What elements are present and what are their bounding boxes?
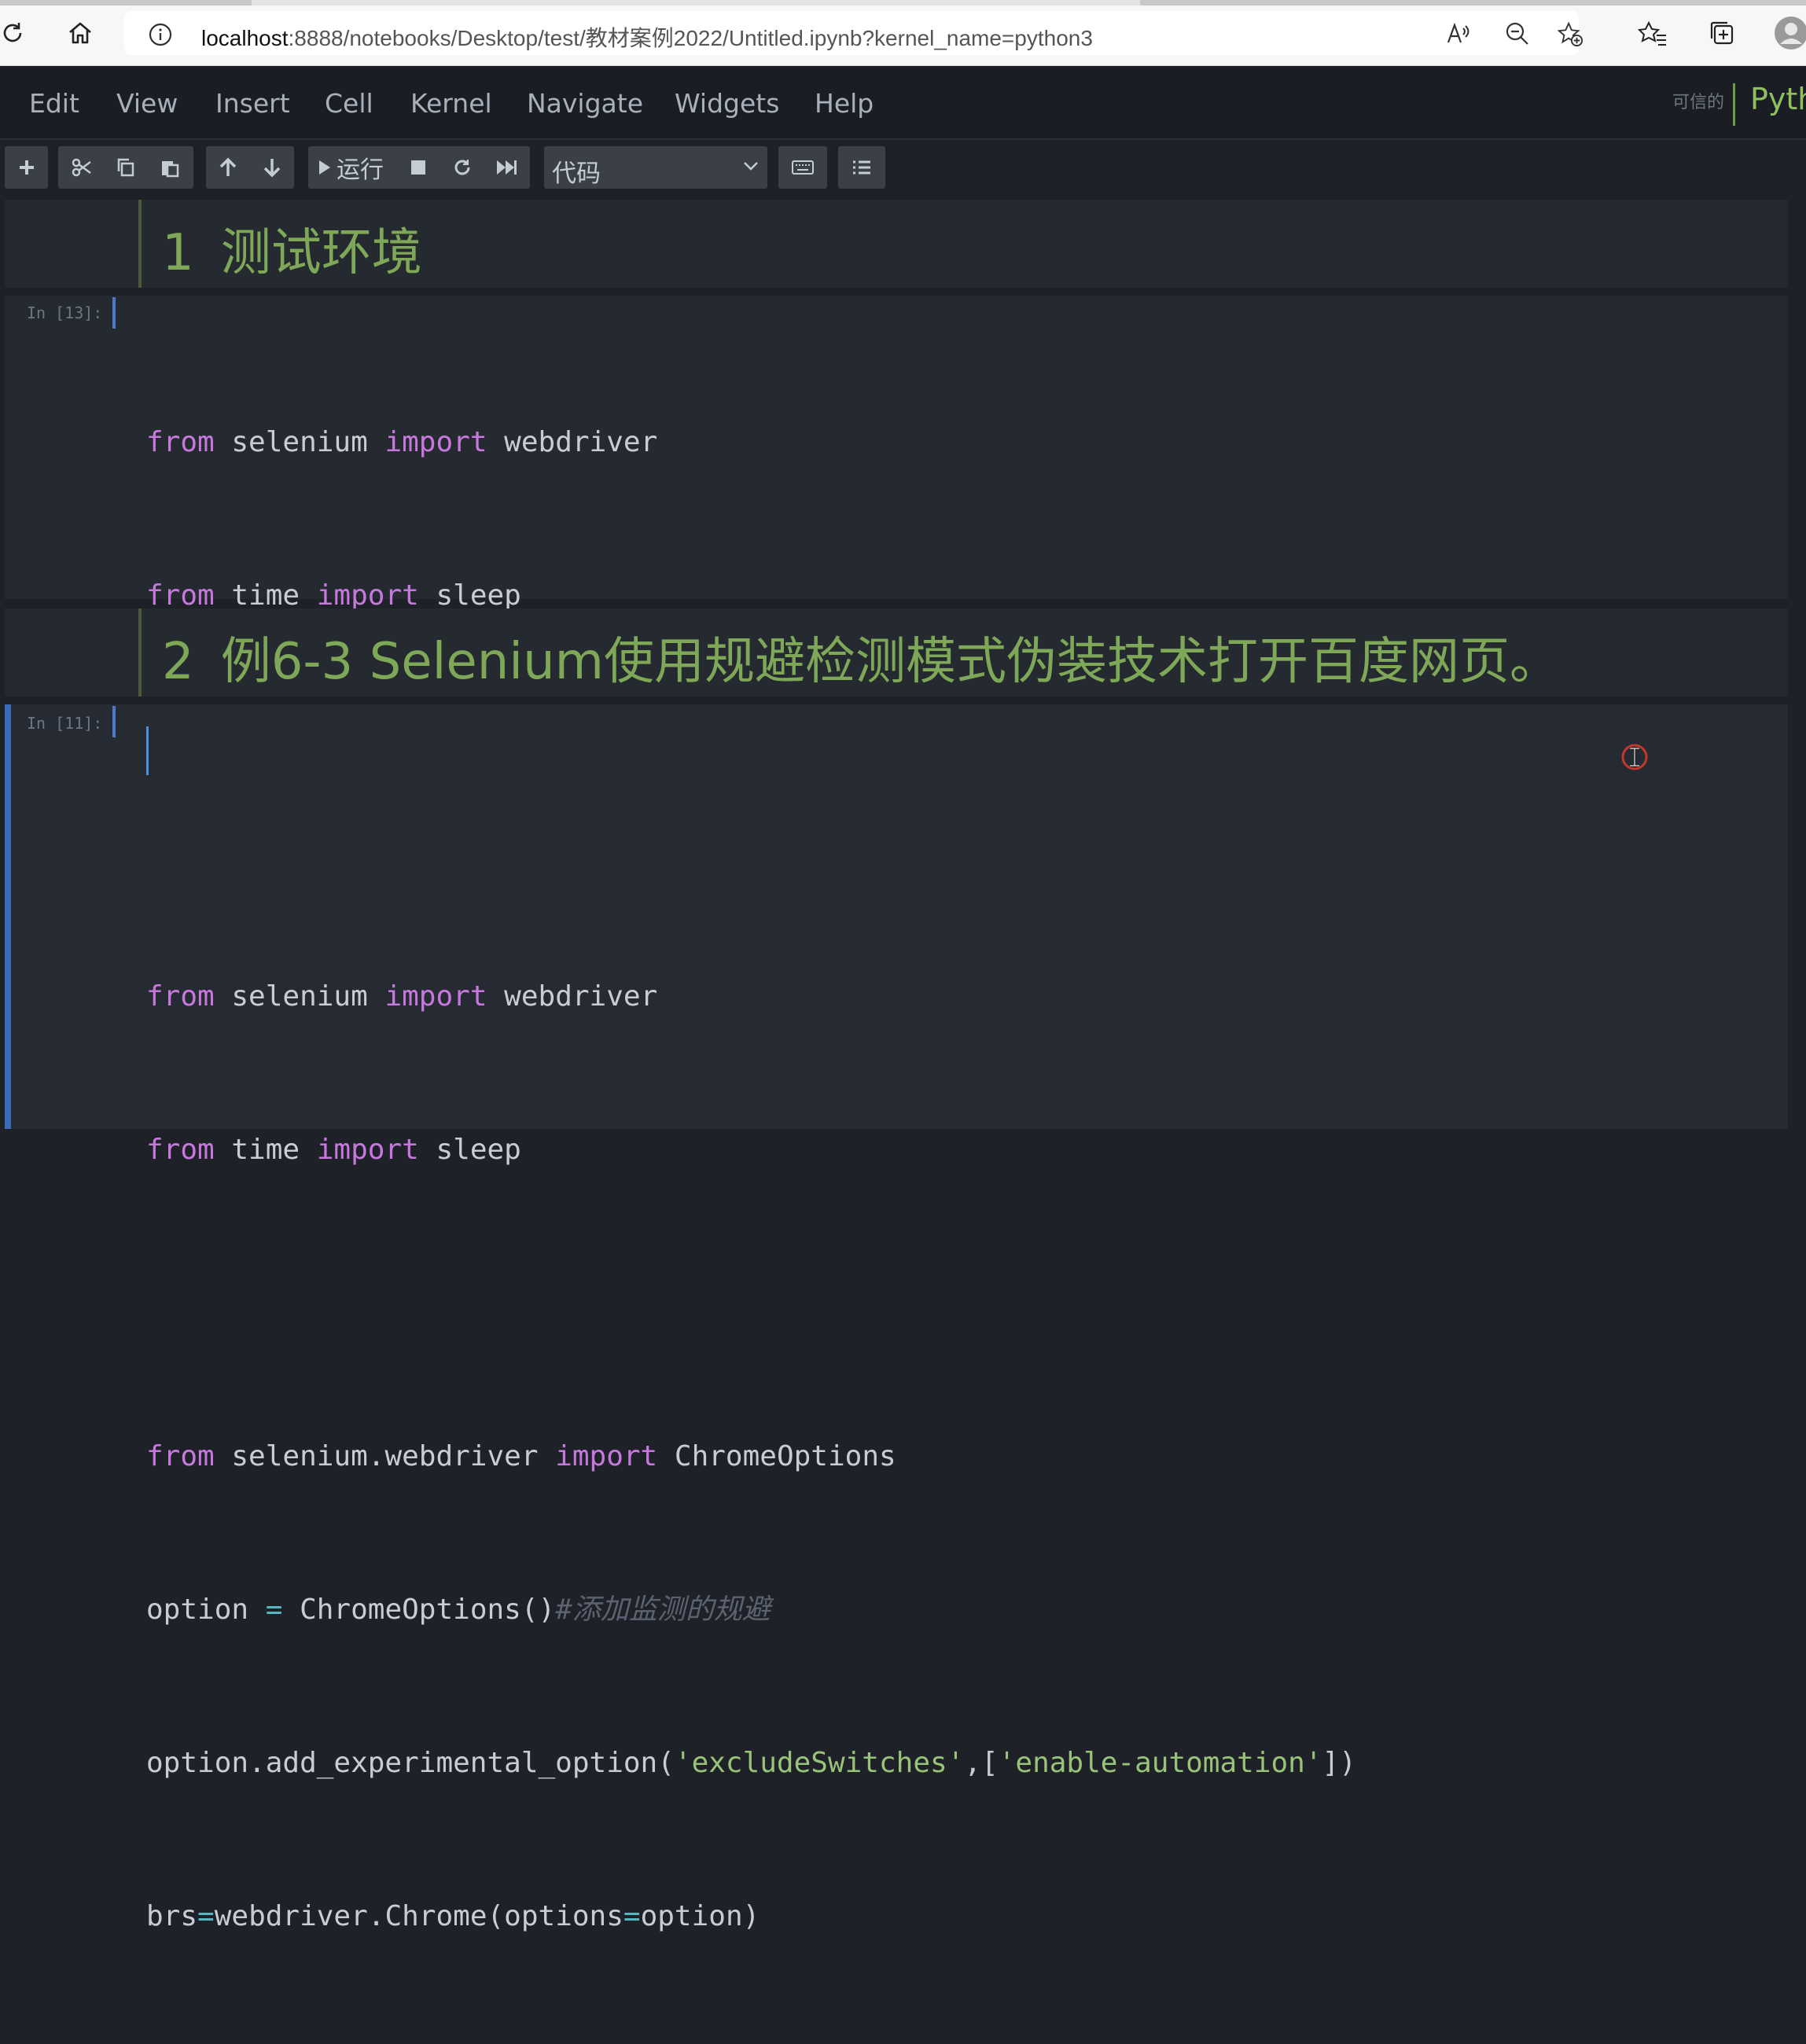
prompt-marker bbox=[112, 706, 116, 737]
kernel-name[interactable]: Python 3 bbox=[1750, 82, 1806, 116]
jupyter-menubar: Edit View Insert Cell Kernel Navigate Wi… bbox=[0, 66, 1806, 140]
cell-type-select[interactable]: 代码 bbox=[544, 146, 767, 189]
url-text[interactable]: localhost:8888/notebooks/Desktop/test/教材… bbox=[201, 21, 1093, 53]
interrupt-button[interactable] bbox=[396, 146, 440, 189]
run-group: 运行 bbox=[308, 146, 530, 189]
menu-navigate[interactable]: Navigate bbox=[527, 88, 643, 119]
code-editor[interactable]: from selenium import webdriver from time… bbox=[146, 715, 1356, 2044]
input-prompt: In [11]: bbox=[27, 714, 103, 733]
copy-icon bbox=[117, 158, 134, 177]
menu-cell[interactable]: Cell bbox=[325, 88, 373, 119]
arrow-up-icon bbox=[219, 157, 237, 176]
menu-view[interactable]: View bbox=[116, 88, 178, 119]
keyboard-icon bbox=[792, 160, 814, 175]
menu-kernel[interactable]: Kernel bbox=[410, 88, 492, 119]
home-icon[interactable] bbox=[61, 14, 99, 52]
markdown-bar bbox=[138, 200, 142, 288]
chevron-down-icon bbox=[744, 162, 758, 171]
add-favorite-icon[interactable] bbox=[1557, 20, 1583, 47]
heading-2: 2 例6-3 Selenium使用规避检测模式伪装技术打开百度网页。 bbox=[162, 633, 1560, 691]
code-line: from selenium import webdriver bbox=[146, 426, 658, 458]
code-cell-2[interactable]: In [11]: from selenium import webdriver … bbox=[5, 704, 1788, 1932]
tab-strip bbox=[0, 0, 1806, 6]
input-prompt: In [13]: bbox=[27, 303, 103, 322]
fast-forward-icon bbox=[497, 160, 517, 175]
heading-1: 1 测试环境 bbox=[162, 224, 422, 282]
markdown-cell-heading-2[interactable]: 2 例6-3 Selenium使用规避检测模式伪装技术打开百度网页。 bbox=[5, 608, 1788, 697]
copy-button[interactable] bbox=[104, 146, 148, 189]
profile-avatar-icon[interactable] bbox=[1774, 16, 1806, 50]
prompt-marker bbox=[112, 297, 116, 329]
scissors-icon bbox=[72, 158, 91, 177]
notebook-toolbar: 运行 代码 bbox=[0, 140, 1806, 197]
reload-icon[interactable] bbox=[0, 14, 31, 52]
restart-kernel-button[interactable] bbox=[440, 146, 484, 189]
toc-button[interactable] bbox=[838, 146, 885, 189]
stop-icon bbox=[411, 160, 425, 175]
menu-edit[interactable]: Edit bbox=[29, 88, 79, 119]
code-line: brs=webdriver.Chrome(options=option) bbox=[146, 1900, 760, 1932]
cut-button[interactable] bbox=[60, 146, 104, 189]
arrow-down-icon bbox=[263, 159, 281, 178]
restart-icon bbox=[454, 160, 470, 175]
code-cell-1[interactable]: In [13]: from selenium import webdriver … bbox=[5, 296, 1788, 1072]
menu-widgets[interactable]: Widgets bbox=[675, 88, 779, 119]
move-down-button[interactable] bbox=[250, 146, 294, 189]
read-aloud-icon[interactable] bbox=[1445, 20, 1472, 47]
markdown-bar bbox=[138, 608, 142, 697]
code-line: option.add_experimental_option('excludeS… bbox=[146, 1747, 1356, 1779]
insert-cell-button[interactable] bbox=[5, 146, 48, 189]
code-line: from selenium.webdriver import ChromeOpt… bbox=[146, 1440, 896, 1472]
paste-button[interactable] bbox=[148, 146, 192, 189]
site-info-icon[interactable] bbox=[148, 22, 173, 50]
clipboard-group bbox=[58, 146, 193, 189]
menu-help[interactable]: Help bbox=[815, 88, 874, 119]
restart-run-all-button[interactable] bbox=[484, 146, 528, 189]
code-line: from time import sleep bbox=[146, 1134, 521, 1166]
code-line: option = ChromeOptions()#添加监测的规避 bbox=[146, 1594, 771, 1626]
paste-icon bbox=[162, 161, 179, 178]
move-up-button[interactable] bbox=[206, 146, 250, 189]
kernel-separator bbox=[1733, 83, 1735, 126]
favorites-icon[interactable] bbox=[1635, 16, 1670, 50]
list-icon bbox=[853, 160, 870, 175]
collections-icon[interactable] bbox=[1705, 16, 1739, 50]
run-button[interactable]: 运行 bbox=[308, 146, 393, 189]
move-group bbox=[206, 146, 294, 189]
mouse-ibeam-cursor-icon bbox=[1621, 744, 1648, 770]
plus-icon bbox=[19, 160, 34, 175]
browser-toolbar: localhost:8888/notebooks/Desktop/test/教材… bbox=[0, 0, 1806, 66]
play-icon bbox=[319, 160, 330, 175]
code-line: from selenium import webdriver bbox=[146, 980, 658, 1013]
zoom-out-icon[interactable] bbox=[1504, 20, 1531, 47]
command-palette-button[interactable] bbox=[778, 146, 827, 189]
trusted-indicator[interactable]: 可信的 bbox=[1672, 88, 1724, 113]
menu-insert[interactable]: Insert bbox=[215, 88, 290, 119]
markdown-cell-heading-1[interactable]: 1 测试环境 bbox=[5, 200, 1788, 288]
address-bar[interactable]: localhost:8888/notebooks/Desktop/test/教材… bbox=[124, 11, 1583, 55]
selected-cell-indicator bbox=[5, 704, 11, 1129]
